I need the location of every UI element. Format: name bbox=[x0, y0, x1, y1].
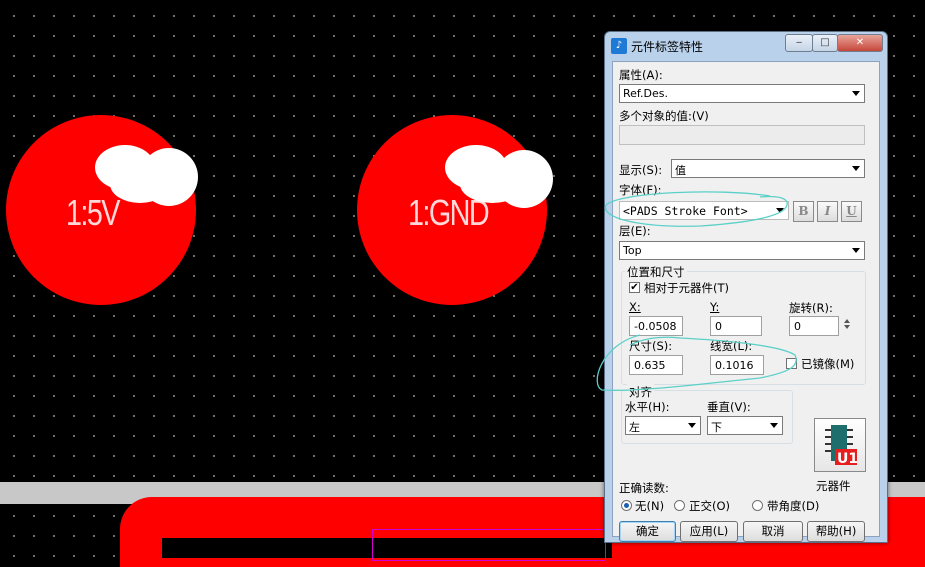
part-label-icon: ♪ bbox=[611, 38, 627, 54]
position-size-title: 位置和尺寸 bbox=[625, 264, 687, 280]
multi-value-field bbox=[619, 125, 865, 145]
component-u1-icon: U1 bbox=[825, 425, 858, 467]
right-reading-angled-radio[interactable] bbox=[752, 500, 763, 511]
white-blob bbox=[460, 165, 525, 203]
rotation-field[interactable] bbox=[789, 316, 839, 336]
help-button[interactable]: 帮助(H) bbox=[807, 521, 865, 542]
title-bar[interactable]: ♪ 元件标签特性 ‒ □ ✕ bbox=[605, 32, 887, 60]
right-reading-none-radio[interactable] bbox=[621, 500, 632, 511]
multi-value-input bbox=[620, 126, 864, 144]
vertical-value: 下 bbox=[711, 421, 722, 434]
size-label: 尺寸(S): bbox=[629, 339, 673, 353]
ok-button[interactable]: 确定 bbox=[619, 521, 676, 542]
size-input[interactable] bbox=[630, 356, 682, 374]
y-label: Y: bbox=[710, 300, 720, 314]
right-reading-orthogonal-radio[interactable] bbox=[674, 500, 685, 511]
minimize-button[interactable]: ‒ bbox=[785, 34, 813, 52]
chevron-down-icon bbox=[688, 423, 696, 428]
part-label-properties-dialog: ♪ 元件标签特性 ‒ □ ✕ 属性(A): Ref.Des. 多个对象的值:(V… bbox=[604, 31, 888, 543]
close-button[interactable]: ✕ bbox=[837, 34, 883, 52]
font-dropdown[interactable]: <PADS Stroke Font> bbox=[619, 201, 789, 220]
display-value: 值 bbox=[675, 164, 686, 177]
mirror-label: 已镜像(M) bbox=[801, 357, 855, 371]
bold-button[interactable]: B bbox=[793, 201, 814, 222]
component-outline[interactable] bbox=[372, 529, 606, 561]
svg-text:U1: U1 bbox=[837, 451, 858, 467]
attribute-label: 属性(A): bbox=[619, 68, 663, 82]
italic-button[interactable]: I bbox=[817, 201, 838, 222]
line-width-label: 线宽(L): bbox=[710, 339, 753, 353]
white-blob bbox=[110, 165, 170, 203]
relative-to-part-label: 相对于元器件(T) bbox=[644, 281, 729, 295]
size-field[interactable] bbox=[629, 355, 683, 375]
chevron-down-icon bbox=[852, 248, 860, 253]
display-label: 显示(S): bbox=[619, 163, 663, 177]
vertical-label: 垂直(V): bbox=[707, 400, 751, 414]
chevron-down-icon bbox=[776, 208, 784, 213]
x-field[interactable] bbox=[629, 316, 683, 336]
component-button[interactable]: U1 bbox=[814, 418, 866, 472]
right-reading-orthogonal-label[interactable]: 正交(O) bbox=[689, 498, 730, 514]
alignment-title: 对齐 bbox=[627, 384, 654, 400]
chevron-down-icon bbox=[770, 423, 778, 428]
cancel-button[interactable]: 取消 bbox=[743, 521, 803, 542]
x-input[interactable] bbox=[630, 317, 682, 335]
dialog-body: 属性(A): Ref.Des. 多个对象的值:(V) 显示(S): 值 字体(F… bbox=[612, 61, 880, 542]
underline-button[interactable]: U bbox=[841, 201, 862, 222]
mirror-checkbox[interactable] bbox=[786, 358, 797, 369]
right-reading-label: 正确读数: bbox=[619, 481, 669, 495]
layer-value: Top bbox=[623, 244, 642, 257]
chevron-down-icon bbox=[852, 91, 860, 96]
spin-down-icon[interactable] bbox=[844, 325, 850, 329]
x-label: X: bbox=[629, 300, 641, 314]
display-dropdown[interactable]: 值 bbox=[671, 159, 865, 178]
horizontal-value: 左 bbox=[629, 421, 640, 434]
pad-label-5v: 1:5V bbox=[66, 192, 120, 233]
horizontal-label: 水平(H): bbox=[625, 400, 670, 414]
line-width-input[interactable] bbox=[711, 356, 763, 374]
maximize-button[interactable]: □ bbox=[812, 34, 838, 52]
layer-label: 层(E): bbox=[619, 224, 651, 238]
component-label: 元器件 bbox=[816, 479, 851, 493]
relative-to-part-checkbox[interactable]: ✔ bbox=[629, 282, 640, 293]
rotation-input[interactable] bbox=[790, 317, 838, 335]
rotation-spinner[interactable] bbox=[842, 317, 852, 335]
dialog-title: 元件标签特性 bbox=[631, 40, 704, 54]
multi-value-label: 多个对象的值:(V) bbox=[619, 109, 709, 123]
apply-button[interactable]: 应用(L) bbox=[680, 521, 738, 542]
y-field[interactable] bbox=[710, 316, 762, 336]
attribute-dropdown[interactable]: Ref.Des. bbox=[619, 84, 865, 103]
rotation-label: 旋转(R): bbox=[789, 301, 833, 315]
line-width-field[interactable] bbox=[710, 355, 764, 375]
font-value: <PADS Stroke Font> bbox=[623, 204, 748, 218]
chevron-down-icon bbox=[852, 166, 860, 171]
y-input[interactable] bbox=[711, 317, 761, 335]
right-reading-none-label[interactable]: 无(N) bbox=[635, 498, 664, 514]
attribute-value: Ref.Des. bbox=[623, 87, 668, 100]
vertical-dropdown[interactable]: 下 bbox=[707, 416, 783, 435]
layer-dropdown[interactable]: Top bbox=[619, 241, 865, 260]
right-reading-angled-label[interactable]: 带角度(D) bbox=[767, 498, 819, 514]
spin-up-icon[interactable] bbox=[844, 319, 850, 323]
horizontal-dropdown[interactable]: 左 bbox=[625, 416, 701, 435]
font-label: 字体(F): bbox=[619, 183, 662, 197]
